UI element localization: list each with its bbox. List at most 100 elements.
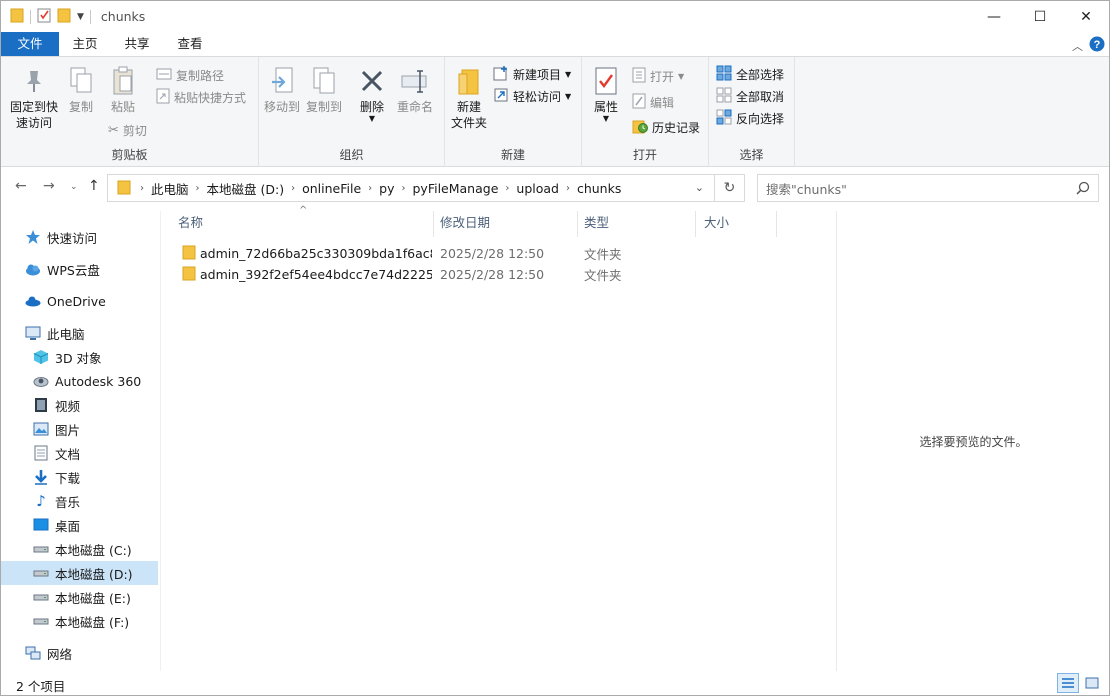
address-bar[interactable]: › 此电脑 › 本地磁盘 (D:) › onlineFile › py › py… [107,174,715,202]
tab-view[interactable]: 查看 [168,32,212,56]
file-name-cell: admin_72d66ba25c330309bda1f6ac8... [182,244,432,263]
nav-documents[interactable]: 文档 [1,441,158,465]
close-button[interactable]: ✕ [1063,1,1109,32]
chevron-right-icon[interactable]: › [140,183,144,194]
nav-this-pc[interactable]: 此电脑 [1,321,158,345]
paste-icon [107,65,139,97]
clipboard-group-label: 剪贴板 [111,148,148,162]
file-name-cell: admin_392f2ef54ee4bdcc7e74d2225... [182,265,432,284]
open-group: 属性 ▼ 打开 ▼ 编辑 历史记录 打开 [582,57,709,167]
new-item-button[interactable]: 新建项目 ▼ [493,64,571,84]
nav-desktop[interactable]: 桌面 [1,513,158,537]
navigation-pane: 快速访问 WPS云盘 OneDrive 此电脑 3D 对象 Autodesk 3… [1,211,161,671]
new-folder-quick-icon[interactable] [57,7,71,26]
qat-dropdown-icon[interactable]: ▼ [77,12,84,22]
edit-button[interactable]: 编辑 [632,92,674,112]
breadcrumb-chunks[interactable]: chunks [577,181,621,196]
copy-path-button[interactable]: 复制路径 [156,65,224,85]
divider [89,9,91,24]
tab-share[interactable]: 共享 [115,32,159,56]
up-arrow-icon[interactable]: ↑ [88,178,100,194]
minimize-button[interactable]: — [971,1,1017,32]
maximize-button[interactable]: ☐ [1017,1,1063,32]
move-to-button[interactable]: 移动到 [263,65,301,115]
invert-selection-button[interactable]: 反向选择 [716,108,784,128]
nav-downloads[interactable]: 下载 [1,465,158,489]
history-button[interactable]: 历史记录 [632,117,700,137]
breadcrumb-pyfilemanage[interactable]: pyFileManage [412,181,498,196]
chevron-right-icon[interactable]: › [401,183,405,194]
cloud-icon [25,261,41,277]
nav-quick-access[interactable]: 快速访问 [1,225,158,249]
nav-label: 本地磁盘 (F:) [55,614,130,630]
pin-quick-access-button[interactable]: 固定到快 速访问 [5,65,63,131]
address-dropdown-icon[interactable]: ⌄ [695,181,704,194]
nav-pictures[interactable]: 图片 [1,417,158,441]
file-date: 2025/2/28 12:50 [440,246,545,261]
column-header-size[interactable]: 大小 [687,211,777,235]
properties-dropdown-icon[interactable]: ▼ [588,115,624,123]
properties-button[interactable]: 属性 ▼ [588,65,624,123]
nav-autodesk-360[interactable]: Autodesk 360 [1,369,158,393]
search-input[interactable]: 搜索"chunks" [757,174,1099,202]
nav-drive-e[interactable]: 本地磁盘 (E:) [1,585,158,609]
copy-button[interactable]: 复制 [63,65,99,115]
breadcrumb-upload[interactable]: upload [516,181,559,196]
nav-3d-objects[interactable]: 3D 对象 [1,345,158,369]
help-icon[interactable]: ? [1089,36,1105,55]
details-view-icon[interactable] [1057,673,1079,693]
copy-to-button[interactable]: 复制到 [305,65,343,115]
window-controls: — ☐ ✕ [971,1,1109,32]
nav-onedrive[interactable]: OneDrive [1,289,158,313]
select-none-button[interactable]: 全部取消 [716,86,784,106]
breadcrumb-this-pc[interactable]: 此电脑 [151,179,189,198]
rename-button[interactable]: 重命名 [395,65,435,115]
chevron-right-icon[interactable]: › [566,183,570,194]
easy-access-icon [493,87,509,106]
breadcrumb-drive-d[interactable]: 本地磁盘 (D:) [207,179,285,198]
chevron-right-icon[interactable]: › [368,183,372,194]
column-header-type[interactable]: 类型 [567,211,695,235]
tab-file[interactable]: 文件 [1,32,59,56]
column-divider[interactable] [776,211,777,237]
nav-network[interactable]: 网络 [1,641,158,665]
select-all-button[interactable]: 全部选择 [716,64,784,84]
nav-videos[interactable]: 视频 [1,393,158,417]
cut-button[interactable]: ✂ 剪切 [108,120,147,140]
breadcrumb-onlinefile[interactable]: onlineFile [302,181,361,196]
properties-quick-icon[interactable] [37,7,51,26]
paste-shortcut-button[interactable]: 粘贴快捷方式 [156,87,246,107]
easy-access-button[interactable]: 轻松访问 ▼ [493,86,571,106]
copy-path-label: 复制路径 [176,68,225,83]
recent-locations-icon[interactable]: ⌄ [70,182,78,192]
column-header-name[interactable]: 名称 [161,211,433,235]
collapse-ribbon-icon[interactable]: ︿ [1072,38,1083,54]
nav-wps-cloud[interactable]: WPS云盘 [1,257,158,281]
delete-dropdown-icon[interactable]: ▼ [355,115,389,123]
forward-arrow-icon[interactable]: → [43,178,55,194]
ribbon-tabs: 文件 主页 共享 查看 ︿ ? [1,32,1109,56]
column-header-date[interactable]: 修改日期 [423,211,578,235]
paste-button[interactable]: 粘贴 [105,65,141,115]
breadcrumb-py[interactable]: py [379,181,394,196]
open-button[interactable]: 打开 ▼ [632,66,684,86]
chevron-right-icon[interactable]: › [291,183,295,194]
cube-icon [33,349,49,365]
copy-path-icon [156,68,172,83]
chevron-right-icon[interactable]: › [196,183,200,194]
refresh-button[interactable]: ↻ [715,174,745,202]
delete-button[interactable]: 删除 ▼ [355,65,389,123]
back-arrow-icon[interactable]: ← [15,178,27,194]
large-icons-view-icon[interactable] [1081,673,1103,693]
new-folder-label: 新建 文件夹 [450,100,487,130]
chevron-right-icon[interactable]: › [505,183,509,194]
nav-drive-f[interactable]: 本地磁盘 (F:) [1,609,158,633]
drive-icon [33,541,49,557]
nav-music[interactable]: ♪ 音乐 [1,489,158,513]
new-folder-button[interactable]: 新建 文件夹 [449,65,489,131]
file-row[interactable]: admin_392f2ef54ee4bdcc7e74d2225... 2025/… [161,264,836,285]
nav-drive-c[interactable]: 本地磁盘 (C:) [1,537,158,561]
file-row[interactable]: admin_72d66ba25c330309bda1f6ac8... 2025/… [161,243,836,264]
nav-drive-d[interactable]: 本地磁盘 (D:) [1,561,158,585]
tab-home[interactable]: 主页 [63,32,107,56]
